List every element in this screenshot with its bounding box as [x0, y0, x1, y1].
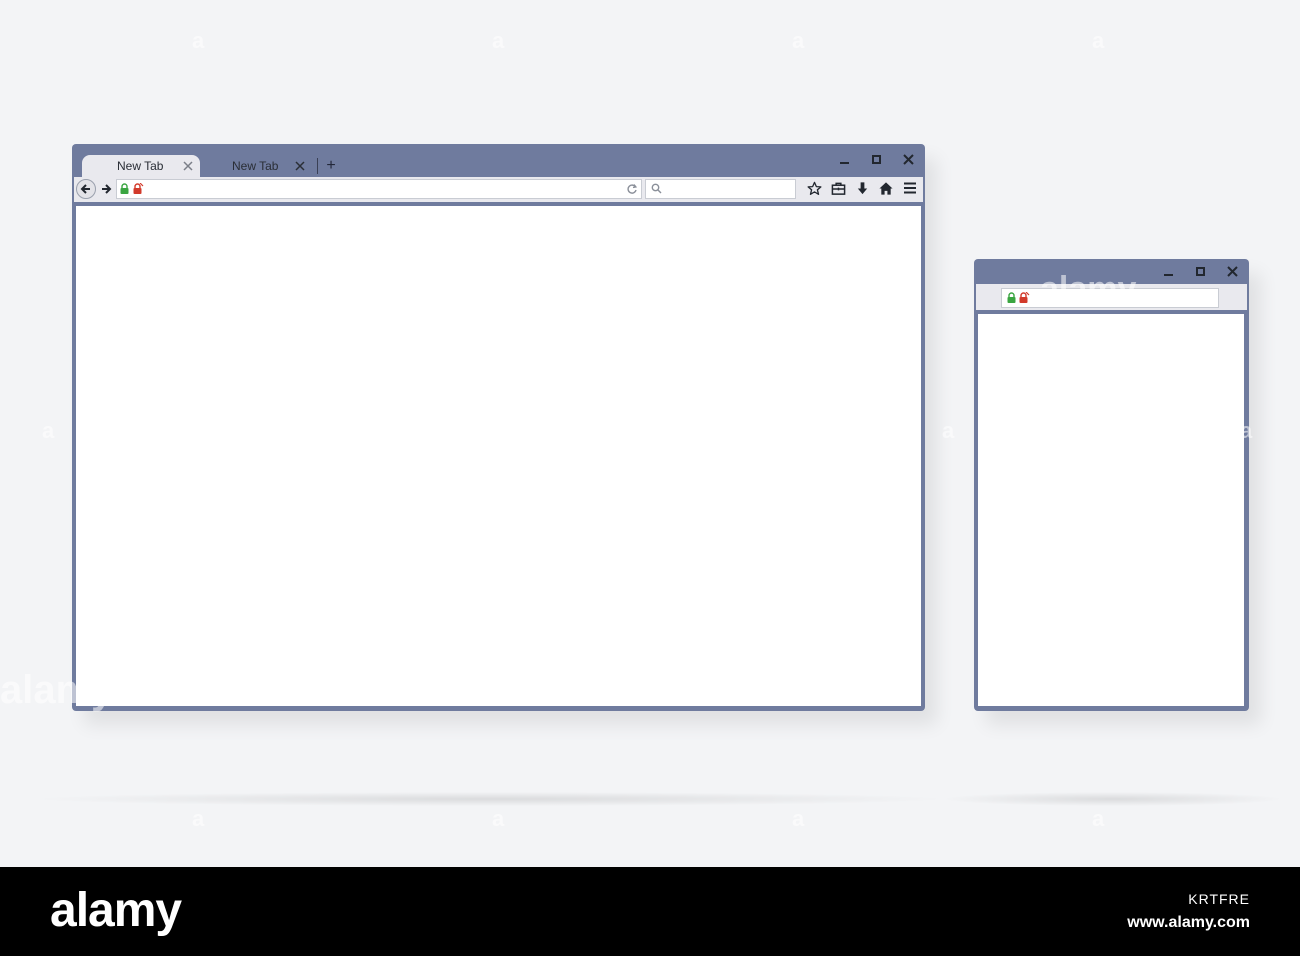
close-icon	[902, 153, 914, 165]
secure-lock-icon	[120, 183, 129, 194]
arrow-right-icon	[102, 184, 112, 194]
watermark-letter: a	[42, 418, 55, 443]
search-icon	[651, 183, 662, 194]
watermark-letter: a	[492, 806, 505, 831]
watermark-letter: a	[192, 28, 205, 53]
tab-close-button[interactable]	[181, 159, 195, 173]
forward-button[interactable]	[96, 179, 116, 199]
page-viewport[interactable]	[76, 206, 921, 706]
brand-logo: alamy	[50, 884, 182, 937]
download-icon[interactable]	[853, 179, 871, 197]
tab-close-button[interactable]	[293, 159, 307, 173]
navigation-toolbar	[976, 284, 1247, 310]
close-icon	[295, 161, 305, 171]
new-tab-button[interactable]: +	[323, 157, 339, 175]
arrow-left-icon	[80, 184, 90, 194]
insecure-lock-icon	[133, 183, 144, 194]
watermark-letter: a	[942, 418, 955, 443]
watermark-letter: a	[492, 28, 505, 53]
maximize-button[interactable]	[1191, 262, 1209, 280]
watermark-letter: a	[792, 806, 805, 831]
minimize-button[interactable]	[835, 150, 853, 168]
toolbar-icons	[805, 179, 919, 197]
reload-icon[interactable]	[626, 183, 638, 195]
window-controls	[835, 150, 917, 168]
window-controls	[1159, 262, 1241, 280]
close-button[interactable]	[899, 150, 917, 168]
star-icon[interactable]	[805, 179, 823, 197]
image-id: KRTFRE	[1188, 891, 1250, 907]
tab-label: New Tab	[232, 159, 279, 173]
address-input[interactable]	[1034, 290, 1214, 306]
small-window-floor-shadow	[945, 792, 1280, 806]
search-input[interactable]	[666, 181, 792, 197]
tab-inactive[interactable]: New Tab	[212, 155, 312, 177]
minimize-icon	[1163, 274, 1173, 276]
watermark-letter: a	[192, 806, 205, 831]
secure-lock-icon	[1007, 292, 1016, 303]
watermark-letter: a	[792, 28, 805, 53]
close-icon	[183, 161, 193, 171]
maximize-icon	[1195, 266, 1205, 276]
maximize-icon	[871, 154, 881, 164]
briefcase-icon[interactable]	[829, 179, 847, 197]
page-viewport[interactable]	[978, 314, 1244, 706]
tab-separator	[317, 158, 318, 174]
home-icon[interactable]	[877, 179, 895, 197]
maximize-button[interactable]	[867, 150, 885, 168]
credit-bar: alamy KRTFRE www.alamy.com	[0, 867, 1300, 956]
minimize-button[interactable]	[1159, 262, 1177, 280]
address-bar[interactable]	[1001, 288, 1219, 308]
address-bar[interactable]	[116, 179, 642, 199]
back-button[interactable]	[76, 179, 96, 199]
navigation-toolbar	[74, 177, 923, 202]
tab-strip: New Tab New Tab +	[82, 155, 339, 177]
address-input[interactable]	[149, 181, 619, 197]
tab-label: New Tab	[117, 159, 164, 173]
site-url: www.alamy.com	[1127, 914, 1250, 931]
large-window-floor-shadow	[40, 792, 940, 806]
watermark-letter: a	[1092, 806, 1105, 831]
large-browser-window: New Tab New Tab +	[72, 144, 925, 711]
search-bar[interactable]	[645, 179, 796, 199]
insecure-lock-icon	[1019, 292, 1030, 303]
menu-icon[interactable]	[901, 179, 919, 197]
tab-active[interactable]: New Tab	[82, 155, 200, 177]
close-icon	[1226, 265, 1238, 277]
minimize-icon	[839, 162, 849, 164]
small-browser-window	[974, 259, 1249, 711]
watermark-letter: a	[1092, 28, 1105, 53]
close-button[interactable]	[1223, 262, 1241, 280]
